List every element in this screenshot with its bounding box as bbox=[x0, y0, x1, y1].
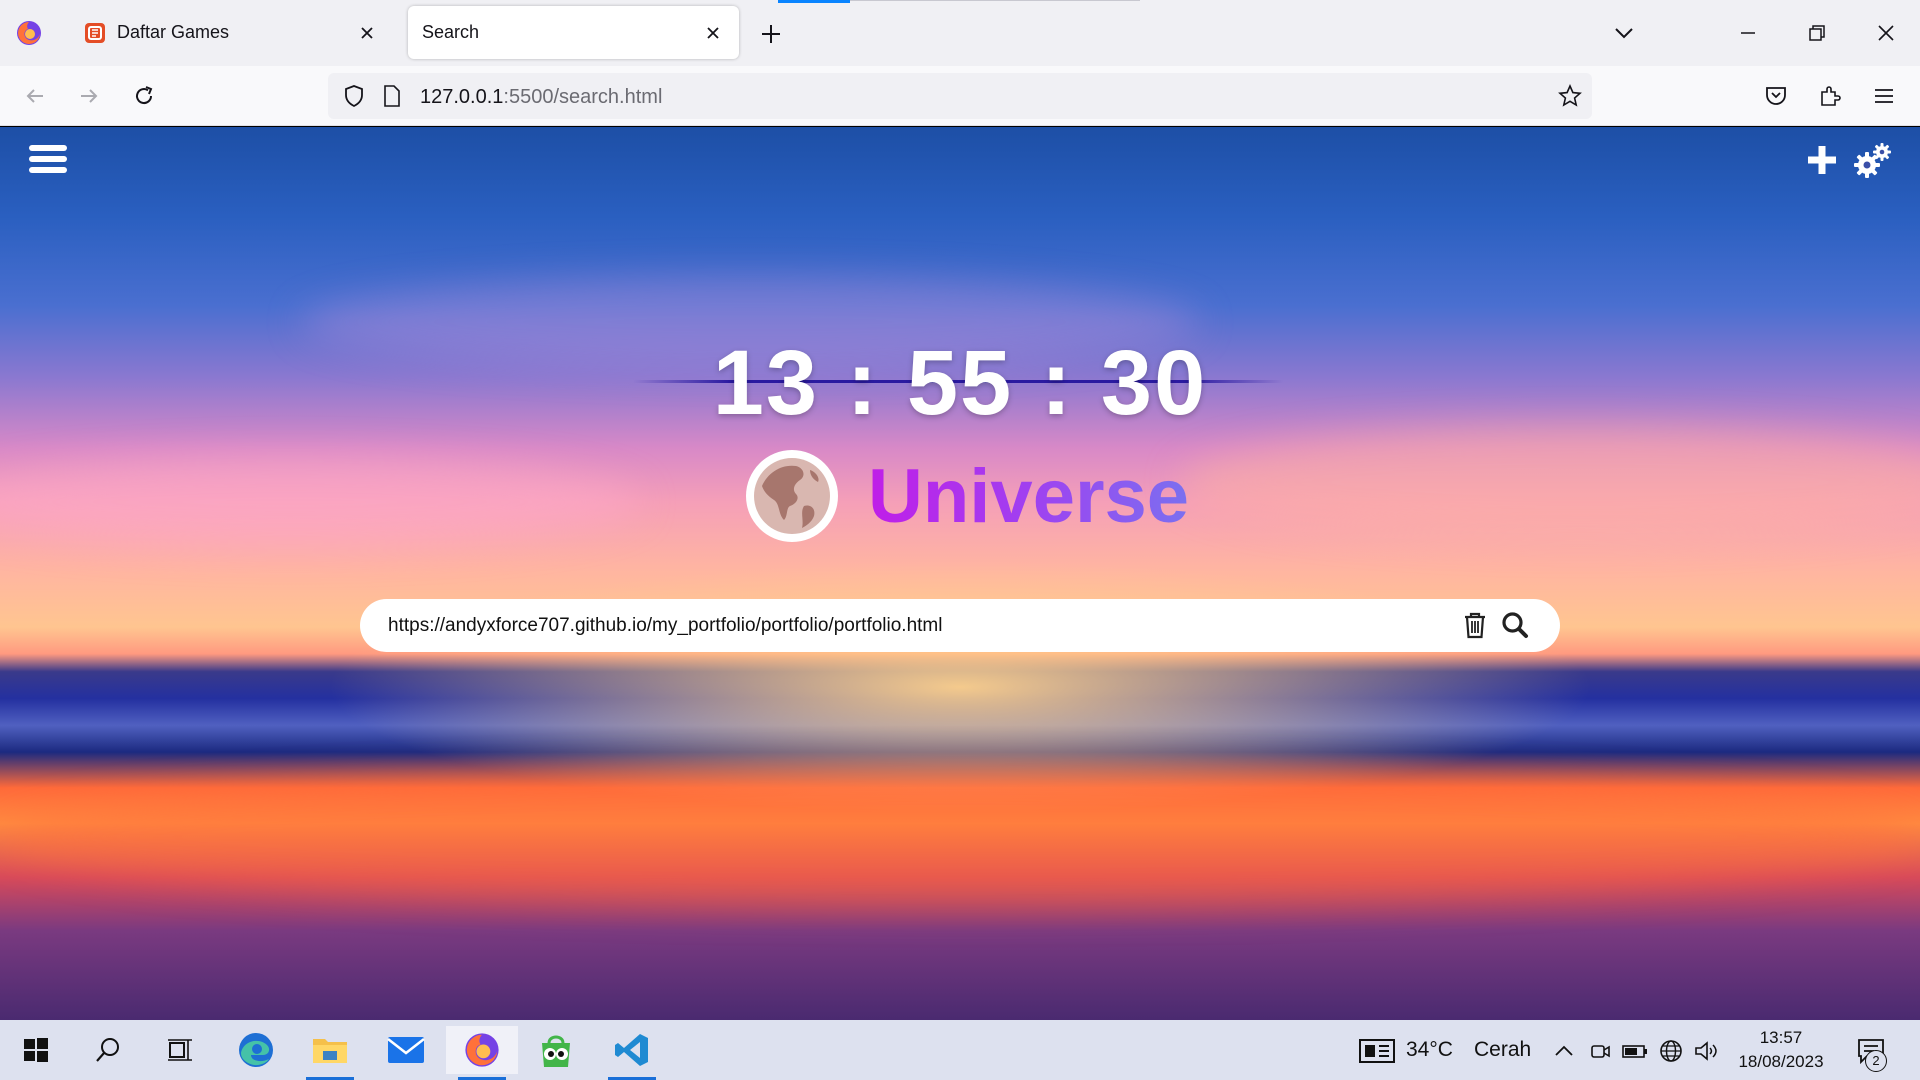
reload-icon[interactable] bbox=[128, 80, 160, 112]
task-view-icon[interactable] bbox=[144, 1026, 216, 1074]
search-box bbox=[360, 599, 1560, 652]
close-icon[interactable] bbox=[701, 21, 725, 45]
firefox-icon[interactable] bbox=[446, 1026, 518, 1080]
weather-news-icon[interactable] bbox=[1359, 1038, 1395, 1064]
brand-name: Universe bbox=[868, 453, 1190, 539]
digital-clock: 13 : 55 : 30 bbox=[712, 332, 1208, 434]
pocket-icon[interactable] bbox=[1760, 80, 1792, 112]
background-cloud bbox=[1180, 427, 1920, 537]
settings-gears-icon[interactable] bbox=[1852, 141, 1892, 181]
battery-icon[interactable] bbox=[1622, 1038, 1648, 1064]
restore-icon[interactable] bbox=[1802, 18, 1832, 48]
volume-icon[interactable] bbox=[1694, 1038, 1720, 1064]
browser-titlebar: Daftar Games Search bbox=[0, 0, 1920, 66]
system-clock[interactable]: 13:57 18/08/2023 bbox=[1726, 1026, 1836, 1074]
search-icon[interactable] bbox=[72, 1026, 144, 1074]
page-info-icon[interactable] bbox=[376, 80, 408, 112]
windows-taskbar: 34°C Cerah 13:57 18/08/2023 2 bbox=[0, 1020, 1920, 1080]
hamburger-menu-button[interactable] bbox=[29, 145, 69, 181]
tab-divider bbox=[850, 0, 1140, 1]
app-menu-icon[interactable] bbox=[1868, 80, 1900, 112]
weather-temp[interactable]: 34°C bbox=[1406, 1038, 1453, 1062]
system-date: 18/08/2023 bbox=[1738, 1052, 1824, 1071]
new-tab-icon[interactable] bbox=[757, 20, 785, 48]
html5-icon bbox=[85, 22, 105, 43]
tab-search[interactable]: Search bbox=[408, 6, 739, 59]
browser-navbar: 127.0.0.1:5500/search.html bbox=[0, 66, 1920, 126]
trash-icon[interactable] bbox=[1460, 610, 1490, 640]
firefox-icon[interactable] bbox=[16, 20, 42, 46]
file-explorer-icon[interactable] bbox=[294, 1026, 366, 1080]
shield-icon[interactable] bbox=[338, 80, 370, 112]
network-globe-icon[interactable] bbox=[1658, 1038, 1684, 1064]
url-bar[interactable]: 127.0.0.1:5500/search.html bbox=[328, 73, 1592, 119]
back-icon[interactable] bbox=[19, 80, 51, 112]
url-path: :5500/search.html bbox=[503, 86, 663, 108]
background-cloud bbox=[0, 457, 640, 547]
meet-now-icon[interactable] bbox=[1587, 1038, 1613, 1064]
weather-condition[interactable]: Cerah bbox=[1474, 1038, 1531, 1062]
chevron-up-icon[interactable] bbox=[1551, 1038, 1577, 1064]
background-reflection bbox=[0, 767, 1920, 907]
list-all-tabs-icon[interactable] bbox=[1609, 18, 1639, 48]
url-text: 127.0.0.1:5500/search.html bbox=[420, 86, 662, 109]
tab-activity-indicator bbox=[778, 0, 850, 3]
forward-icon[interactable] bbox=[73, 80, 105, 112]
minimize-icon[interactable] bbox=[1733, 18, 1763, 48]
notification-count-badge: 2 bbox=[1865, 1050, 1887, 1072]
bookmark-star-icon[interactable] bbox=[1554, 80, 1586, 112]
tab-label: Search bbox=[422, 22, 480, 42]
search-icon[interactable] bbox=[1500, 610, 1530, 640]
search-input[interactable] bbox=[388, 599, 1448, 652]
start-icon[interactable] bbox=[0, 1026, 72, 1074]
page-background: 13 : 55 : 30 Universe bbox=[0, 127, 1920, 1020]
close-icon[interactable] bbox=[355, 21, 379, 45]
brand-logo: Universe bbox=[746, 449, 1189, 543]
tab-label: Daftar Games bbox=[117, 22, 230, 42]
close-window-icon[interactable] bbox=[1871, 18, 1901, 48]
vscode-icon[interactable] bbox=[596, 1026, 668, 1080]
globe-icon bbox=[746, 450, 838, 542]
mail-icon[interactable] bbox=[370, 1026, 442, 1074]
tokopedia-icon[interactable] bbox=[520, 1026, 592, 1074]
add-icon[interactable] bbox=[1805, 143, 1839, 177]
tab-daftar-games[interactable]: Daftar Games bbox=[69, 6, 393, 59]
extensions-icon[interactable] bbox=[1814, 80, 1846, 112]
url-host: 127.0.0.1 bbox=[420, 86, 504, 108]
edge-icon[interactable] bbox=[220, 1026, 292, 1074]
system-time: 13:57 bbox=[1759, 1028, 1803, 1047]
